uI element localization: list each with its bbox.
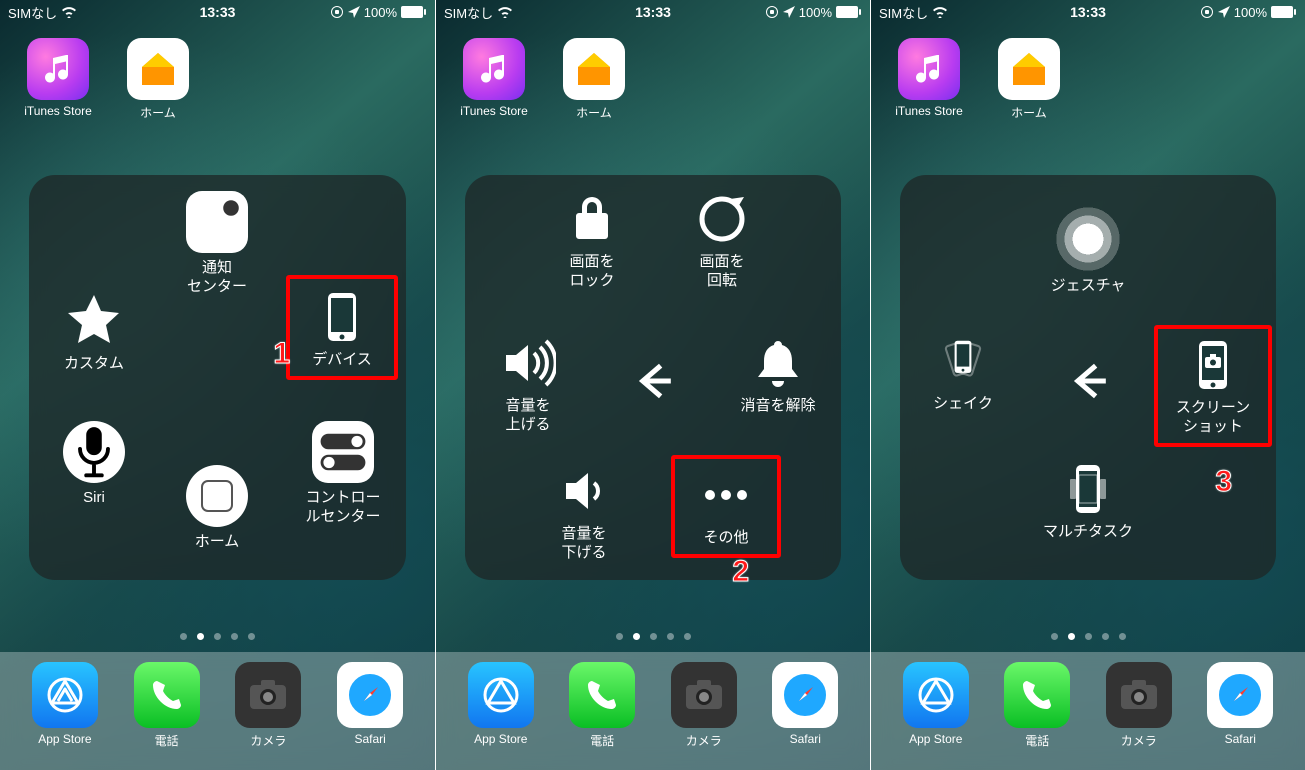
phone-screen-3: SIMなし 13:33 100% iTunes Store ホーム ジェスチャ … [870, 0, 1305, 770]
home-app[interactable]: ホーム [558, 38, 630, 121]
lock-screen-button[interactable]: 画面をロック [537, 191, 647, 291]
back-button[interactable] [598, 353, 708, 409]
camera-app[interactable]: カメラ [1103, 662, 1175, 749]
gesture-icon [1056, 207, 1120, 271]
back-arrow-icon [1060, 353, 1116, 409]
location-icon [1218, 6, 1230, 18]
appstore-icon [32, 662, 98, 728]
phone-screen-1: SIMなし 13:33 100% iTunes Store ホーム [0, 0, 435, 770]
assistivetouch-panel-3: ジェスチャ シェイク スクリーンショット 3 マルチタスク [900, 175, 1276, 580]
screenshot-button[interactable]: スクリーンショット [1154, 325, 1272, 447]
itunes-store-app[interactable]: iTunes Store [893, 38, 965, 121]
shake-icon [935, 333, 991, 389]
step-marker-1: 1 [273, 337, 290, 371]
battery-icon [1271, 6, 1297, 18]
assistivetouch-panel-2: 画面をロック 画面を回転 音量を上げる 消音を解除 音量を下げる その他 2 [465, 175, 841, 580]
status-bar: SIMなし 13:33 100% [0, 0, 435, 24]
star-icon [66, 293, 122, 349]
house-icon [127, 38, 189, 100]
location-icon [783, 6, 795, 18]
assistivetouch-panel-1: 通知センター カスタム デバイス 1 Siri ホーム コントロールセンター [29, 175, 406, 580]
multitask-button[interactable]: マルチタスク [1033, 461, 1143, 542]
wifi-icon [497, 6, 513, 18]
safari-icon [337, 662, 403, 728]
bell-icon [750, 335, 806, 391]
volume-up-icon [500, 335, 556, 391]
phone-app[interactable]: 電話 [131, 662, 203, 749]
phone-app[interactable]: 電話 [566, 662, 638, 749]
battery-icon [401, 6, 427, 18]
gesture-button[interactable]: ジェスチャ [1033, 207, 1143, 296]
toggles-icon [312, 421, 374, 483]
itunes-store-app[interactable]: iTunes Store [458, 38, 530, 121]
home-icon [186, 465, 248, 527]
device-icon [314, 289, 370, 345]
home-apps: iTunes Store ホーム [0, 24, 435, 121]
appstore-app[interactable]: App Store [900, 662, 972, 746]
mic-icon [63, 421, 125, 483]
carrier-label: SIMなし [8, 3, 57, 22]
dock: App Store 電話 カメラ Safari [0, 652, 435, 770]
unmute-button[interactable]: 消音を解除 [723, 335, 833, 416]
status-bar: SIMなし 13:33 100% [436, 0, 870, 24]
siri-button[interactable]: Siri [39, 421, 149, 508]
appstore-app[interactable]: App Store [29, 662, 101, 746]
status-bar: SIMなし 13:33 100% [871, 0, 1305, 24]
camera-icon [235, 662, 301, 728]
back-button[interactable] [1033, 353, 1143, 409]
control-center-button[interactable]: コントロールセンター [288, 421, 398, 527]
camera-app[interactable]: カメラ [668, 662, 740, 749]
device-button[interactable]: デバイス [286, 275, 398, 380]
home-button[interactable]: ホーム [162, 465, 272, 552]
home-app[interactable]: ホーム [122, 38, 194, 121]
rotate-icon [694, 191, 750, 247]
clock: 13:33 [200, 4, 236, 20]
phone-icon [134, 662, 200, 728]
music-note-icon [27, 38, 89, 100]
appstore-app[interactable]: App Store [465, 662, 537, 746]
back-arrow-icon [625, 353, 681, 409]
safari-app[interactable]: Safari [1204, 662, 1276, 746]
volume-down-icon [556, 463, 612, 519]
battery-icon [836, 6, 862, 18]
page-dots [0, 633, 435, 640]
safari-app[interactable]: Safari [334, 662, 406, 746]
location-icon [348, 6, 360, 18]
notification-center-button[interactable]: 通知センター [162, 191, 272, 297]
custom-button[interactable]: カスタム [39, 293, 149, 374]
more-icon [698, 467, 754, 523]
more-button[interactable]: その他 [671, 455, 781, 558]
wifi-icon [61, 6, 77, 18]
lock-rotation-icon [330, 5, 344, 19]
home-app[interactable]: ホーム [993, 38, 1065, 121]
rotate-screen-button[interactable]: 画面を回転 [667, 191, 777, 291]
lock-rotation-icon [765, 5, 779, 19]
lock-rotation-icon [1200, 5, 1214, 19]
phone-screen-2: SIMなし 13:33 100% iTunes Store ホーム 画面をロック… [435, 0, 870, 770]
screenshot-icon [1185, 337, 1241, 393]
notification-icon [186, 191, 248, 253]
lock-icon [564, 191, 620, 247]
volume-up-button[interactable]: 音量を上げる [473, 335, 583, 435]
volume-down-button[interactable]: 音量を下げる [529, 463, 639, 563]
safari-app[interactable]: Safari [769, 662, 841, 746]
step-marker-2: 2 [732, 555, 749, 589]
camera-app[interactable]: カメラ [232, 662, 304, 749]
shake-button[interactable]: シェイク [908, 333, 1018, 414]
multitask-icon [1060, 461, 1116, 517]
battery-label: 100% [364, 5, 397, 20]
wifi-icon [932, 6, 948, 18]
phone-app[interactable]: 電話 [1001, 662, 1073, 749]
itunes-store-app[interactable]: iTunes Store [22, 38, 94, 121]
step-marker-3: 3 [1215, 465, 1232, 499]
